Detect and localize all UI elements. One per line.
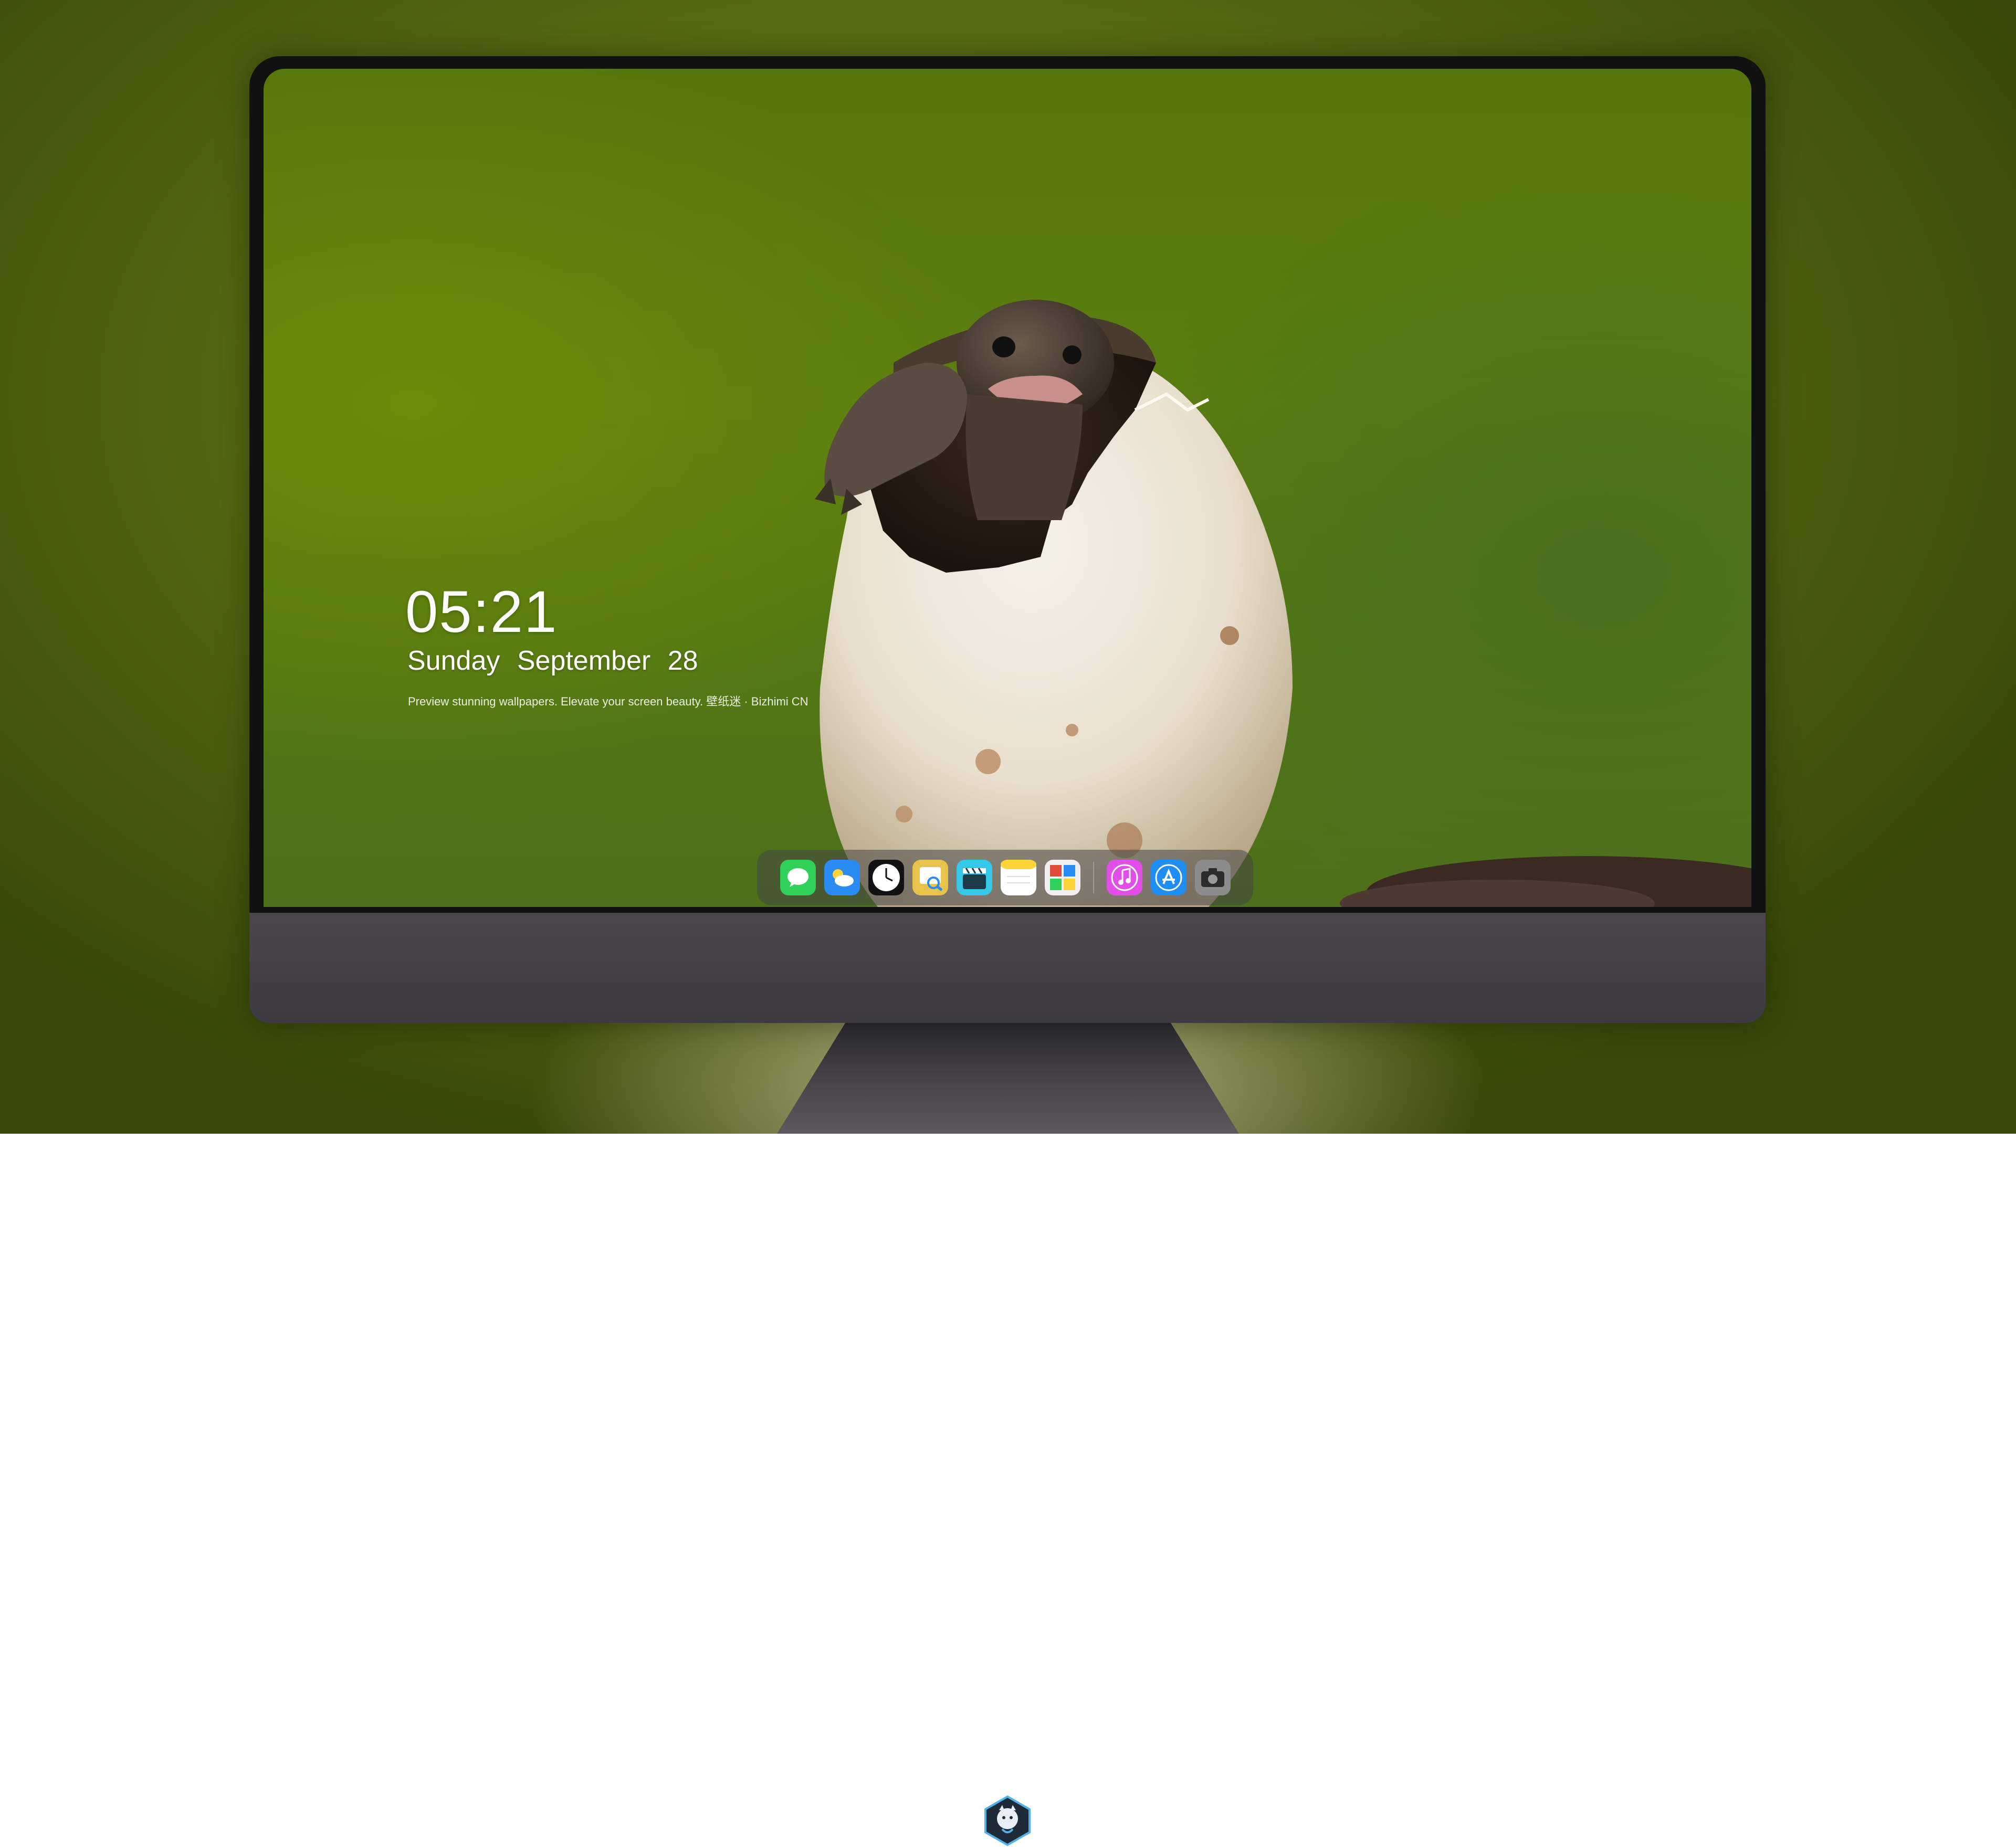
dock-item-weather[interactable]: [824, 860, 860, 895]
lock-clock: 05:21: [405, 579, 558, 645]
dock-item-clock[interactable]: [868, 860, 904, 895]
preview-icon: [912, 860, 948, 895]
weekday-label: Sunday: [407, 646, 500, 676]
dock-item-photo-booth[interactable]: [1044, 860, 1080, 895]
music-icon: [1106, 860, 1142, 895]
wallpaper-tagline: Preview stunning wallpapers. Elevate you…: [408, 695, 808, 708]
wallpaper-turtle-hatching: [815, 300, 1751, 907]
day-label: 28: [667, 646, 698, 676]
monitor-chin: [249, 913, 1766, 1846]
dock-item-notes[interactable]: [1000, 860, 1036, 895]
app-store-icon: [1150, 860, 1186, 895]
clock-icon: [868, 860, 904, 895]
lock-screen: 05:21 Sunday September 28 Preview stunni…: [264, 69, 1751, 907]
dock-item-clips[interactable]: [956, 860, 992, 895]
monitor-stand: [777, 1023, 1239, 1134]
clapperboard-icon: [956, 860, 992, 895]
dock-item-messages[interactable]: [780, 860, 816, 895]
notes-icon: [1000, 860, 1036, 895]
weather-icon: [824, 860, 860, 895]
dock-separator: [1093, 862, 1094, 893]
dock: [757, 850, 1253, 905]
dock-item-app-store[interactable]: [1150, 860, 1186, 895]
month-label: September: [517, 646, 651, 676]
brand-logo-icon: [984, 1795, 1031, 1846]
monitor: 05:21 Sunday September 28 Preview stunni…: [249, 56, 1766, 1846]
dock-item-itunes[interactable]: [1106, 860, 1142, 895]
camera-icon: [1194, 860, 1231, 895]
messages-icon: [780, 860, 816, 895]
photo-booth-icon: [1044, 860, 1080, 895]
lock-date: Sunday September 28: [407, 645, 698, 677]
dock-item-screenshot[interactable]: [1194, 860, 1231, 895]
dock-item-preview[interactable]: [912, 860, 948, 895]
